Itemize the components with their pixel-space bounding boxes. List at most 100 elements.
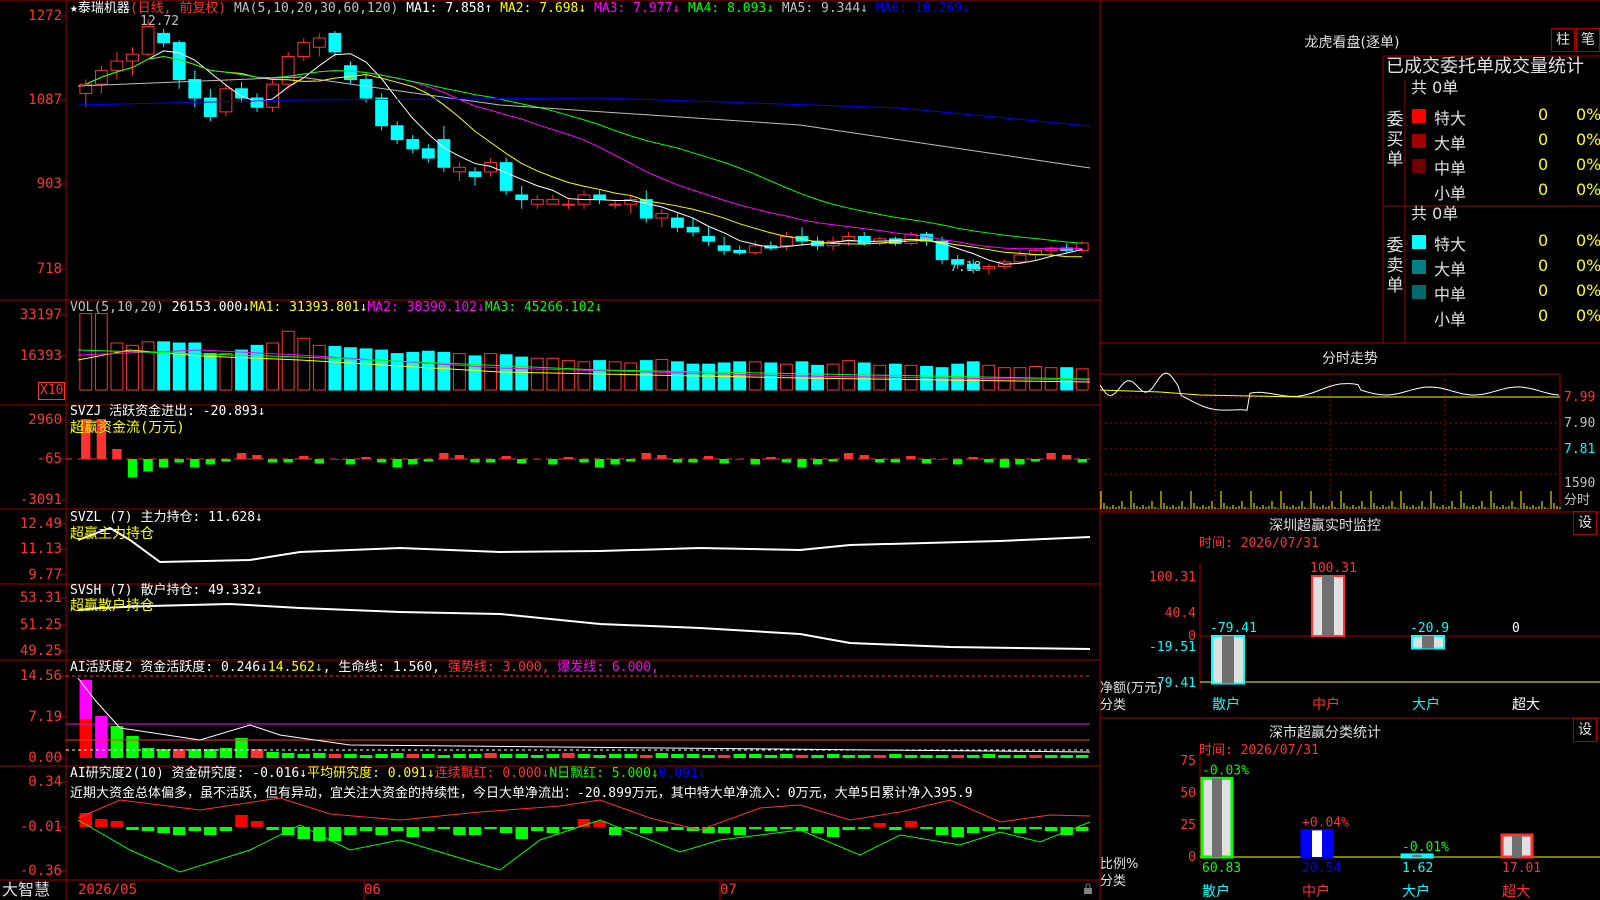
activity-bar: [686, 754, 700, 758]
activity-bar: [1044, 755, 1058, 758]
volume-bar: [328, 346, 342, 391]
volume-bar: [686, 363, 700, 391]
research-bar: [437, 827, 451, 829]
color-swatch: [1412, 159, 1426, 173]
candle-body: [328, 32, 342, 53]
monitor-bar-shade: [1322, 576, 1334, 636]
vol-label[interactable]: VOL(5,10,20): [70, 300, 164, 315]
date-label: 2026/05: [78, 882, 138, 898]
sz-monitor-settings-button[interactable]: 设: [1573, 511, 1597, 535]
volume-bar: [779, 363, 793, 391]
fund-flow-bar: [392, 459, 402, 468]
ma-definition[interactable]: MA(5,10,20,30,60,120): [234, 1, 398, 16]
monitor-category-label: 中户: [1312, 696, 1340, 713]
candle-body: [530, 199, 544, 205]
order-size-label: 中单: [1434, 159, 1467, 178]
candle-body: [702, 236, 715, 242]
ai2-label[interactable]: AI研究度2(10) 资金研究度: -0.016↓: [70, 766, 307, 781]
research-bar: [842, 827, 855, 830]
svsh-header[interactable]: SVSH (7) 散户持仓: 49.332↓: [70, 583, 263, 599]
svsh-axis-label: 51.25: [19, 617, 62, 633]
class-axis-label: 0: [1188, 850, 1196, 865]
star-icon[interactable]: ★: [70, 1, 78, 16]
sz-class-settings-button[interactable]: 设: [1573, 718, 1597, 742]
order-size-label: 中单: [1434, 285, 1467, 304]
activity-bar: [437, 755, 451, 758]
research-bar: [935, 827, 949, 835]
order-row: 中单 0 0%: [1410, 154, 1600, 178]
class-value-label: 60.83: [1202, 861, 1241, 876]
class-category-label: 超大: [1502, 884, 1530, 900]
main-position-line: [77, 526, 1091, 564]
class-value-label: 1.62: [1402, 861, 1433, 876]
fund-flow-bar: [999, 459, 1010, 468]
research-bar: [951, 827, 964, 837]
class-bar-shade: [1312, 830, 1322, 857]
fund-flow-bar: [719, 459, 729, 464]
stroke-mode-button[interactable]: 笔: [1576, 28, 1600, 52]
order-size-label: 大单: [1434, 134, 1467, 153]
activity-bar: [951, 755, 964, 758]
fund-flow-bar: [797, 459, 807, 468]
fund-flow-bar: [548, 459, 558, 465]
candle-body: [203, 97, 217, 117]
activity-bar: [484, 753, 497, 758]
class-category-label: 大户: [1402, 883, 1430, 900]
app-logo[interactable]: 大智慧: [2, 881, 50, 899]
retail-position-line: [77, 602, 1091, 650]
volume-bar: [390, 353, 404, 391]
bar-mode-button[interactable]: 柱: [1551, 28, 1575, 52]
sell-side-label: 委卖单: [1386, 236, 1404, 296]
ai2-axis-label: -0.01: [19, 819, 62, 835]
ma-line: [85, 50, 1083, 265]
intraday-vol-label: 分时: [1564, 493, 1591, 508]
lhb-title: 龙虎看盘(逐单): [1304, 35, 1400, 51]
activity-bar: [608, 754, 622, 758]
research-bar: [344, 827, 357, 835]
ma5-value: MA5: 9.344↓: [781, 1, 868, 16]
high-marker: 12.72: [140, 14, 180, 29]
svzj-axis-label: 2960: [28, 412, 62, 428]
volume-bar: [406, 351, 420, 391]
monitor-bar-shade: [1422, 636, 1434, 649]
svzl-axis-label: 11.13: [19, 541, 62, 557]
main-chart-canvas[interactable]: -79.41100.31-20.9 0100.3140.40-19.51-79.4…: [0, 0, 1600, 900]
research-bar: [328, 827, 342, 841]
order-row: 小单 0 0%: [1410, 305, 1600, 329]
color-swatch: [1412, 260, 1426, 274]
activity-bar: [95, 716, 108, 758]
research-bar: [733, 827, 746, 835]
ai1-label[interactable]: AI活跃度2 资金活跃度: 0.246↓: [70, 660, 268, 675]
ai2-avg: 平均研究度: 0.091↓: [307, 766, 435, 781]
activity-bar: [577, 754, 591, 758]
sz-monitor-time: 时间: 2026/07/31: [1199, 536, 1319, 551]
fund-flow-bar: [890, 459, 901, 463]
research-bar: [982, 827, 996, 831]
fund-flow-bar: [127, 459, 138, 478]
ma6-value: MA6: 10.269↓: [875, 1, 970, 16]
svzj-header[interactable]: SVZJ 活跃资金进出: -20.893↓: [70, 404, 265, 420]
monitor-axis-label: -19.51: [1149, 640, 1196, 655]
lhb-tabs[interactable]: 已成交委托单成交量统计: [1386, 56, 1584, 78]
candle-body: [499, 162, 513, 191]
research-bar: [266, 827, 279, 830]
fund-flow-bar: [470, 459, 480, 463]
svzl-header[interactable]: SVZL (7) 主力持仓: 11.628↓: [70, 510, 263, 526]
research-bar: [468, 827, 482, 835]
candle-body: [390, 125, 404, 141]
activity-bar: [702, 755, 715, 758]
candle-body: [857, 236, 871, 244]
fund-flow-bar: [408, 459, 418, 465]
stock-name[interactable]: 泰瑞机器: [78, 1, 130, 16]
ai2-header: AI研究度2(10) 资金研究度: -0.016↓平均研究度: 0.091↓连续…: [70, 766, 706, 782]
lock-icon[interactable]: [1082, 883, 1094, 895]
candle-body: [748, 245, 762, 254]
low-marker: 7.18: [950, 260, 982, 275]
research-bar: [998, 827, 1011, 829]
activity-bar: [717, 755, 731, 758]
activity-bar: [935, 755, 949, 758]
candle-body: [110, 60, 124, 71]
candle-body: [344, 65, 357, 81]
research-bar: [640, 827, 653, 833]
chart-header: ★泰瑞机器(日线, 前复权) MA(5,10,20,30,60,120) MA1…: [70, 1, 970, 17]
